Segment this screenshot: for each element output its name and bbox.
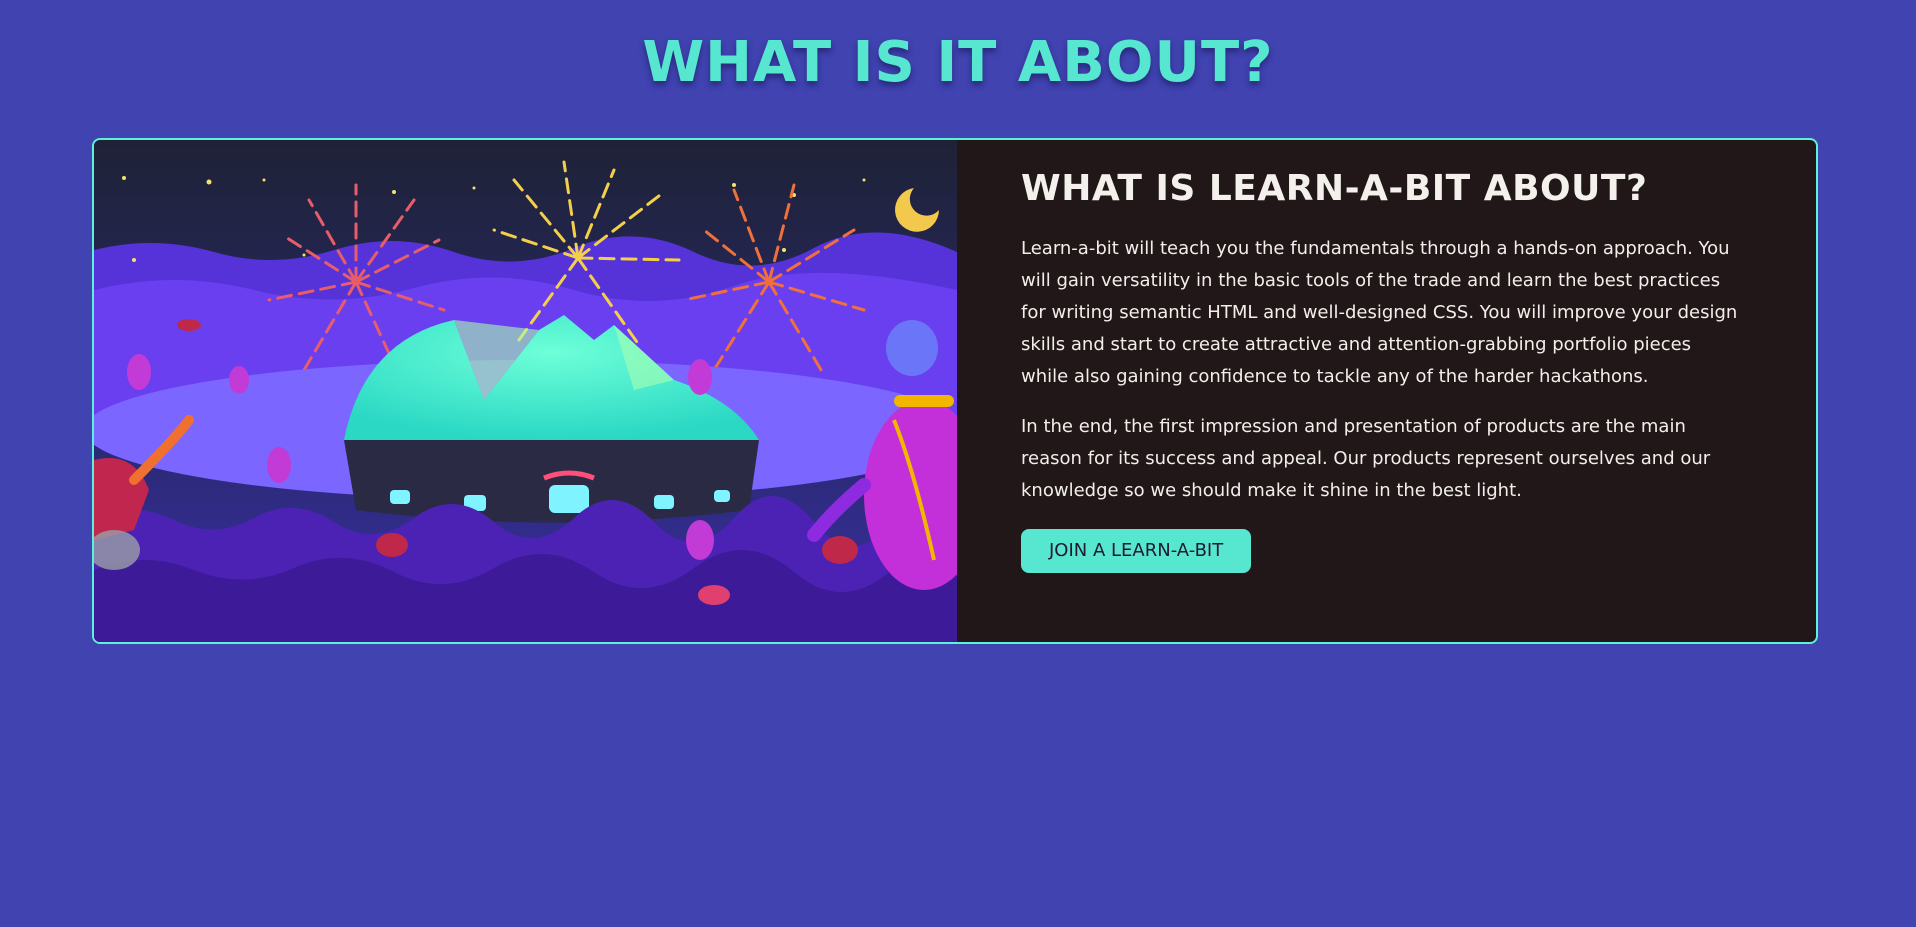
intro-paragraph: Learn-a-bit will teach you the fundament… bbox=[1021, 238, 1738, 387]
join-learn-a-bit-button[interactable]: JOIN A LEARN-A-BIT bbox=[1021, 529, 1252, 573]
card-heading: WHAT IS LEARN-A-BIT ABOUT? bbox=[1021, 168, 1648, 209]
card-content: WHAT IS LEARN-A-BIT ABOUT? Learn-a-bit w… bbox=[1021, 168, 1816, 573]
about-card: WHAT IS LEARN-A-BIT ABOUT? Learn-a-bit w… bbox=[92, 138, 1818, 644]
closing-paragraph: In the end, the first impression and pre… bbox=[1021, 416, 1711, 501]
illustration-svg bbox=[94, 140, 957, 642]
page-title: WHAT IS IT ABOUT? bbox=[642, 30, 1274, 95]
fireworks-arena-illustration bbox=[94, 140, 957, 642]
